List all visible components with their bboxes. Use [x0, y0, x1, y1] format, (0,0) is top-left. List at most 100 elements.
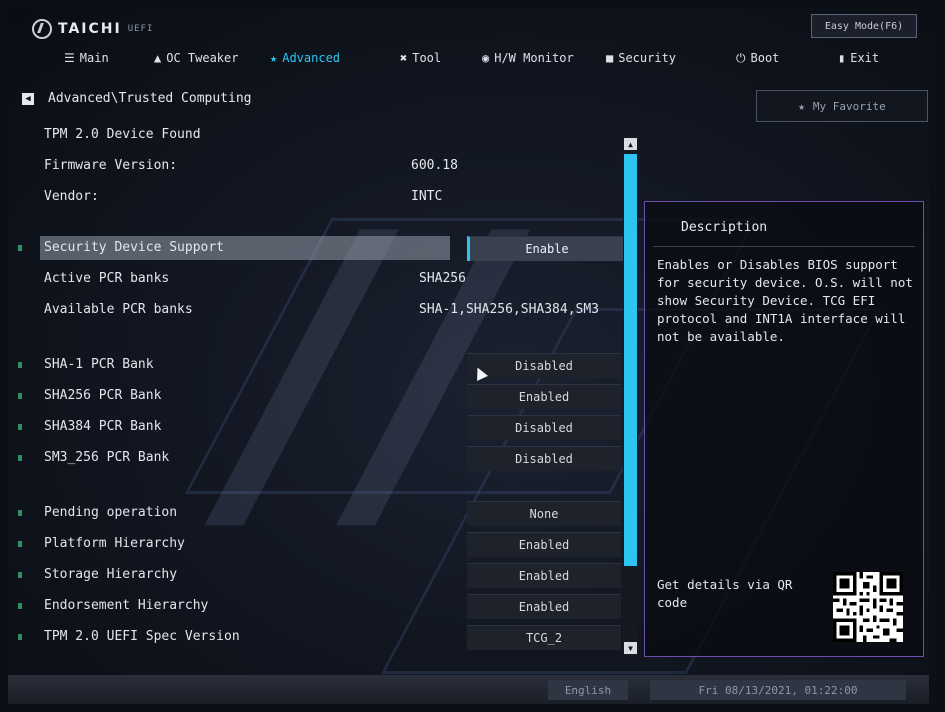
sm3-256-pcr-bank-row[interactable]: SM3_256 PCR Bank Disabled — [16, 446, 621, 471]
main-tabs: ☰ Main ▲ OC Tweaker ★ Advanced ✖ Tool ◉ … — [8, 46, 929, 70]
language-selector[interactable]: English — [548, 680, 628, 700]
tab-label: Main — [79, 51, 109, 65]
endorsement-hierarchy-value[interactable]: Enabled — [467, 594, 621, 619]
row-bullet — [18, 455, 22, 461]
row-bullet — [18, 362, 22, 368]
bios-window: // TAICHI UEFI Easy Mode(F6) ☰ Main ▲ OC… — [8, 8, 929, 704]
row-bullet — [18, 245, 22, 251]
brand-suffix: UEFI — [127, 24, 154, 34]
available-pcr-banks-value: SHA-1,SHA256,SHA384,SM3 — [419, 302, 600, 317]
active-pcr-banks-value: SHA256 — [419, 271, 466, 286]
list-icon: ☰ — [64, 51, 75, 65]
qr-code-icon — [833, 572, 903, 642]
brand-name: TAICHI — [58, 21, 122, 37]
my-favorite-button[interactable]: ★ My Favorite — [756, 90, 928, 122]
sha1-pcr-bank-row[interactable]: SHA-1 PCR Bank Disabled — [16, 353, 621, 378]
date-time: Fri 08/13/2021, 01:22:00 — [650, 680, 906, 700]
sm3-256-pcr-bank-value[interactable]: Disabled — [467, 446, 621, 471]
divider — [653, 246, 915, 247]
tab-label: Security — [618, 51, 677, 65]
sha1-pcr-bank-value[interactable]: Disabled — [467, 353, 621, 378]
breadcrumb: ◀ Advanced\Trusted Computing — [22, 91, 252, 106]
status-bar: English Fri 08/13/2021, 01:22:00 — [8, 675, 929, 704]
setting-label: TPM 2.0 UEFI Spec Version — [44, 629, 240, 644]
monitor-icon: ◉ — [482, 51, 490, 65]
active-pcr-banks-row: Active PCR banks SHA256 — [16, 267, 621, 291]
back-arrow-icon[interactable]: ◀ — [22, 92, 34, 105]
tab-tool[interactable]: ✖ Tool — [400, 46, 441, 70]
rocket-icon: ▲ — [154, 51, 162, 65]
qr-label: Get details via QR code — [657, 577, 793, 610]
sha384-pcr-bank-row[interactable]: SHA384 PCR Bank Disabled — [16, 415, 621, 440]
vendor-label: Vendor: — [44, 189, 99, 204]
tab-main[interactable]: ☰ Main — [64, 46, 109, 70]
setting-label: Endorsement Hierarchy — [44, 598, 209, 613]
shield-icon: ■ — [606, 51, 614, 65]
row-bullet — [18, 634, 22, 640]
brand-logo: TAICHI UEFI — [32, 18, 153, 40]
firmware-version-value: 600.18 — [411, 158, 458, 173]
taichi-logo-icon — [32, 19, 52, 39]
easy-mode-button[interactable]: Easy Mode(F6) — [811, 14, 917, 38]
tab-label: Exit — [850, 51, 880, 65]
security-device-support-row[interactable]: Security Device Support Enable — [16, 236, 627, 261]
sha384-pcr-bank-value[interactable]: Disabled — [467, 415, 621, 440]
row-bullet — [18, 510, 22, 516]
scrollbar[interactable]: ▲ ▼ — [623, 136, 638, 656]
storage-hierarchy-value[interactable]: Enabled — [467, 563, 621, 588]
tool-icon: ✖ — [400, 51, 408, 65]
pending-operation-row[interactable]: Pending operation None — [16, 501, 621, 526]
row-bullet — [18, 541, 22, 547]
setting-label: Platform Hierarchy — [44, 536, 185, 551]
tab-label: OC Tweaker — [166, 51, 239, 65]
storage-hierarchy-row[interactable]: Storage Hierarchy Enabled — [16, 563, 621, 588]
sha256-pcr-bank-row[interactable]: SHA256 PCR Bank Enabled — [16, 384, 621, 409]
firmware-version-label: Firmware Version: — [44, 158, 178, 173]
tab-label: Advanced — [282, 51, 341, 65]
star-icon: ★ — [798, 99, 805, 113]
description-panel: Description Enables or Disables BIOS sup… — [644, 201, 924, 657]
platform-hierarchy-row[interactable]: Platform Hierarchy Enabled — [16, 532, 621, 557]
setting-label: Storage Hierarchy — [44, 567, 178, 582]
breadcrumb-path: Advanced\Trusted Computing — [48, 91, 252, 106]
row-bullet — [18, 572, 22, 578]
security-device-support-value[interactable]: Enable — [467, 236, 627, 261]
setting-label: Available PCR banks — [44, 302, 193, 317]
scroll-down-arrow-icon[interactable]: ▼ — [624, 642, 637, 654]
setting-label: SM3_256 PCR Bank — [44, 450, 170, 465]
description-text: Enables or Disables BIOS support for sec… — [657, 257, 913, 344]
setting-label: SHA256 PCR Bank — [44, 388, 162, 403]
tpm-uefi-spec-version-value[interactable]: TCG_2 — [467, 625, 621, 650]
vendor-value: INTC — [411, 189, 443, 204]
setting-label: SHA-1 PCR Bank — [44, 357, 154, 372]
platform-hierarchy-value[interactable]: Enabled — [467, 532, 621, 557]
tab-label: H/W Monitor — [494, 51, 574, 65]
sha256-pcr-bank-value[interactable]: Enabled — [467, 384, 621, 409]
setting-label: Pending operation — [44, 505, 178, 520]
power-icon: ⏻ — [736, 50, 746, 65]
tab-label: Boot — [750, 51, 780, 65]
available-pcr-banks-row: Available PCR banks SHA-1,SHA256,SHA384,… — [16, 298, 621, 322]
scrollbar-thumb[interactable] — [624, 154, 637, 566]
setting-label: Security Device Support — [44, 240, 225, 255]
tab-boot[interactable]: ⏻ Boot — [736, 46, 779, 70]
setting-label: Active PCR banks — [44, 271, 170, 286]
tab-oc-tweaker[interactable]: ▲ OC Tweaker — [154, 46, 238, 70]
exit-icon: ▮ — [838, 51, 846, 65]
tab-exit[interactable]: ▮ Exit — [838, 46, 879, 70]
tpm-uefi-spec-version-row[interactable]: TPM 2.0 UEFI Spec Version TCG_2 — [16, 625, 621, 650]
row-bullet — [18, 603, 22, 609]
tab-label: Tool — [412, 51, 442, 65]
tab-advanced[interactable]: ★ Advanced — [270, 46, 340, 70]
endorsement-hierarchy-row[interactable]: Endorsement Hierarchy Enabled — [16, 594, 621, 619]
row-bullet — [18, 393, 22, 399]
tab-hw-monitor[interactable]: ◉ H/W Monitor — [482, 46, 574, 70]
setting-label: SHA384 PCR Bank — [44, 419, 162, 434]
row-bullet — [18, 424, 22, 430]
my-favorite-label: My Favorite — [812, 99, 886, 113]
scroll-up-arrow-icon[interactable]: ▲ — [624, 138, 637, 150]
pending-operation-value[interactable]: None — [467, 501, 621, 526]
tab-security[interactable]: ■ Security — [606, 46, 676, 70]
description-title: Description — [681, 220, 768, 235]
tpm-found-text: TPM 2.0 Device Found — [44, 127, 201, 142]
